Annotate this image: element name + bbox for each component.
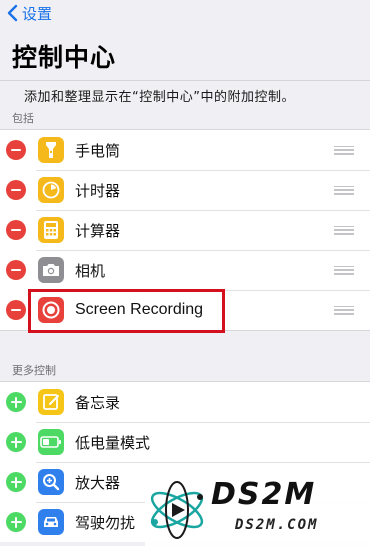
list-item-notes: 备忘录 [0, 382, 370, 422]
back-label: 设置 [22, 4, 53, 23]
remove-button[interactable] [6, 180, 26, 200]
reorder-handle[interactable] [334, 145, 354, 155]
included-controls-list: 手电筒 计时器 计算器 相机 Screen Recording [0, 129, 370, 331]
list-item-calculator: 计算器 [0, 210, 370, 250]
back-button[interactable]: 设置 [4, 2, 52, 24]
remove-button[interactable] [6, 140, 26, 160]
add-button[interactable] [6, 392, 26, 412]
list-item-flashlight: 手电筒 [0, 130, 370, 170]
reorder-handle[interactable] [334, 305, 354, 315]
description-text: 添加和整理显示在“控制中心”中的附加控制。 [24, 90, 295, 105]
watermark-title: DS2M [211, 477, 317, 512]
item-label: 备忘录 [75, 393, 121, 412]
notes-icon [38, 389, 64, 415]
atom-logo-icon [150, 481, 204, 539]
list-item-timer: 计时器 [0, 170, 370, 210]
calculator-icon [38, 217, 64, 243]
remove-button[interactable] [6, 260, 26, 280]
reorder-handle[interactable] [334, 265, 354, 275]
list-item-screen-recording: Screen Recording [0, 290, 370, 330]
camera-icon [38, 257, 64, 283]
item-label: 低电量模式 [75, 433, 151, 452]
item-label: Screen Recording [75, 301, 204, 318]
watermark: DS2M DS2M.COM [145, 475, 370, 546]
list-item-low-power-mode: 低电量模式 [0, 422, 370, 462]
item-label: 放大器 [75, 473, 121, 492]
add-button[interactable] [6, 432, 26, 452]
item-label: 驾驶勿扰 [75, 513, 136, 532]
item-label: 手电筒 [75, 141, 121, 160]
screen-recording-icon [38, 297, 64, 323]
remove-button[interactable] [6, 300, 26, 320]
chevron-left-icon [7, 4, 18, 22]
timer-icon [38, 177, 64, 203]
divider [0, 80, 370, 81]
add-button[interactable] [6, 512, 26, 532]
remove-button[interactable] [6, 220, 26, 240]
watermark-domain: DS2M.COM [235, 517, 319, 533]
flashlight-icon [38, 137, 64, 163]
battery-icon [38, 429, 64, 455]
list-item-camera: 相机 [0, 250, 370, 290]
reorder-handle[interactable] [334, 185, 354, 195]
item-label: 计算器 [75, 221, 121, 240]
car-icon [38, 509, 64, 535]
reorder-handle[interactable] [334, 225, 354, 235]
item-label: 计时器 [75, 181, 121, 200]
magnifier-icon [38, 469, 64, 495]
add-button[interactable] [6, 472, 26, 492]
item-label: 相机 [75, 261, 106, 280]
section-header-included: 包括 [12, 112, 34, 125]
page-title: 控制中心 [12, 43, 117, 72]
section-header-more: 更多控制 [12, 364, 56, 377]
